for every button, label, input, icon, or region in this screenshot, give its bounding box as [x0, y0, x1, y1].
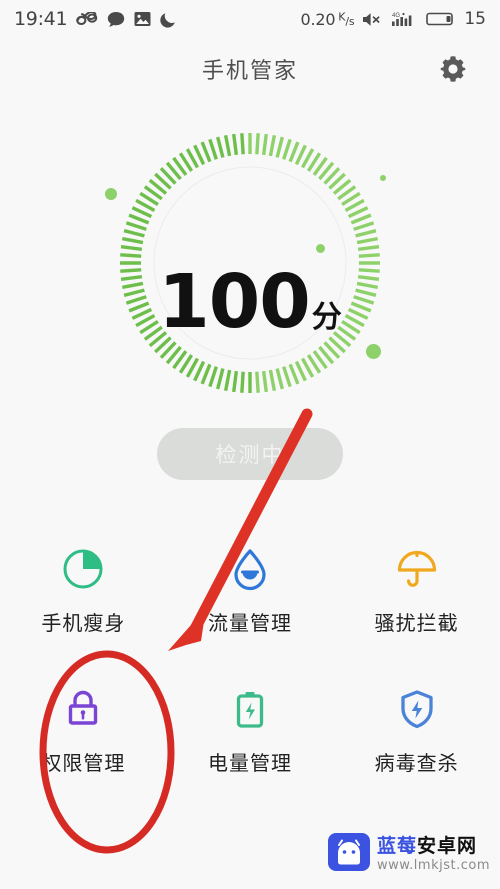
- feature-label: 权限管理: [41, 750, 126, 775]
- pie-chart-icon: [59, 545, 107, 593]
- status-bar-clock: 19:41: [14, 8, 68, 30]
- watermark-name-dark: 安卓网: [416, 834, 477, 857]
- feature-grid: 手机瘦身 流量管理 骚扰拦截 权限管理 电量管理 病毒查杀: [0, 520, 500, 800]
- android-robot-icon: [327, 831, 370, 877]
- scan-status-button[interactable]: 检测中: [157, 428, 343, 480]
- feature-battery-management[interactable]: 电量管理: [167, 660, 334, 800]
- svg-text:4G: 4G: [392, 13, 400, 19]
- gear-icon[interactable]: [436, 52, 470, 86]
- watermark-texts: 蓝莓安卓网 www.lmkjst.com: [376, 834, 490, 873]
- feature-harassment-block[interactable]: 骚扰拦截: [333, 520, 500, 660]
- decor-dot-bottom-right: [366, 344, 381, 359]
- watermark: 蓝莓安卓网 www.lmkjst.com: [327, 831, 490, 877]
- feature-label: 骚扰拦截: [374, 610, 459, 635]
- decor-dot-top-right: [380, 175, 386, 181]
- chat-bubble-icon: [107, 11, 125, 28]
- feature-label: 手机瘦身: [41, 610, 126, 635]
- network-speed-unit-bottom: s: [348, 14, 355, 28]
- watermark-url: www.lmkjst.com: [376, 857, 490, 873]
- score-display: 100 分: [158, 265, 341, 339]
- network-speed-value: 0.20: [300, 9, 336, 29]
- watermark-site-name: 蓝莓安卓网: [376, 834, 490, 857]
- network-speed-unit-top: K: [338, 9, 346, 23]
- lock-icon: [59, 685, 107, 733]
- score-unit: 分: [311, 300, 342, 335]
- umbrella-icon: [393, 545, 441, 593]
- feature-label: 病毒查杀: [374, 750, 459, 775]
- battery-icon: [426, 11, 456, 27]
- scan-status-label: 检测中: [215, 443, 285, 467]
- battery-level-label: 15: [464, 9, 486, 29]
- page-title: 手机管家: [201, 59, 298, 84]
- decor-dot-left: [105, 188, 117, 200]
- network-speed: 0.20 K/s: [300, 9, 355, 29]
- score-value: 100: [158, 259, 310, 345]
- speaker-mute-icon: [362, 12, 384, 27]
- feature-data-management[interactable]: 流量管理: [167, 520, 334, 660]
- watermark-name-blue: 蓝莓: [376, 834, 417, 857]
- feature-label: 电量管理: [207, 750, 292, 775]
- status-bar-left: 19:41: [14, 8, 177, 30]
- feature-permission-management[interactable]: 权限管理: [0, 660, 167, 800]
- feature-virus-scan[interactable]: 病毒查杀: [333, 660, 500, 800]
- infinity-icon: [76, 12, 98, 26]
- water-drop-icon: [226, 545, 274, 593]
- battery-bolt-icon: [226, 685, 274, 733]
- moon-icon: [160, 11, 177, 28]
- feature-label: 流量管理: [207, 610, 292, 635]
- feature-phone-slimming[interactable]: 手机瘦身: [0, 520, 167, 660]
- app-header: 手机管家: [0, 38, 500, 100]
- status-bar-right: 0.20 K/s 4G 15: [300, 9, 486, 29]
- score-gauge-section: 100 分: [0, 120, 500, 415]
- photo-icon: [134, 11, 151, 27]
- phone-manager-screen: 19:41 0.20 K/s 4G 15 手机管家 100 分 检测中 手机瘦身…: [0, 0, 500, 889]
- decor-dot-inner: [316, 244, 325, 253]
- shield-bolt-icon: [393, 685, 441, 733]
- status-bar: 19:41 0.20 K/s 4G 15: [0, 0, 500, 38]
- signal-bars-icon: 4G: [392, 11, 418, 27]
